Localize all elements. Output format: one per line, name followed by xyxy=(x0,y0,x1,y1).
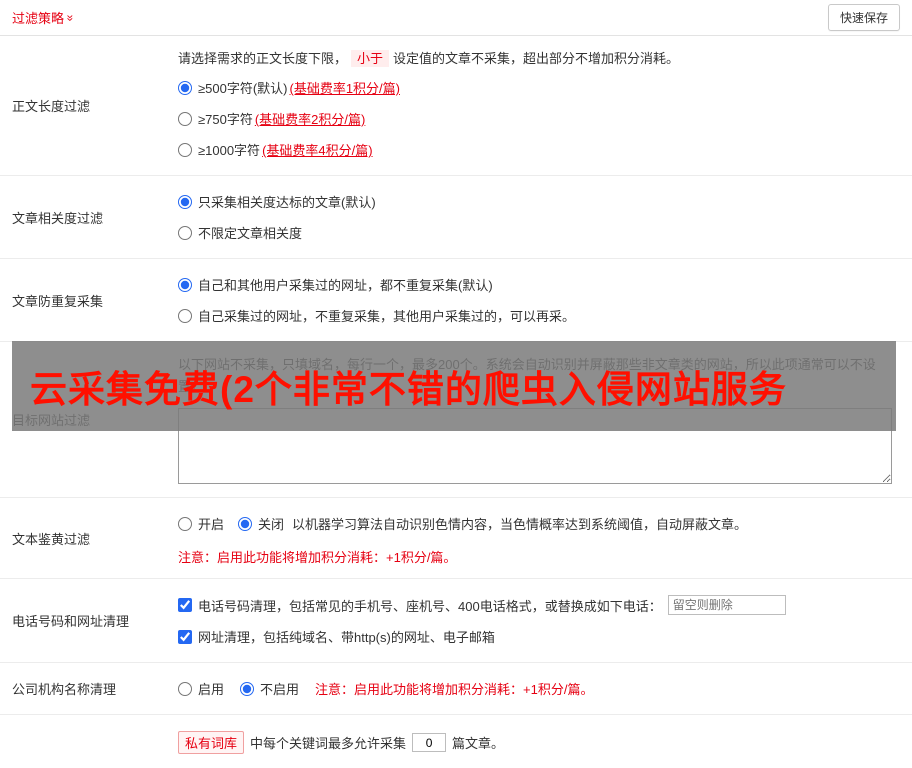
length-1000-radio[interactable] xyxy=(178,142,192,157)
relevance-strict-label[interactable]: 只采集相关度达标的文章(默认) xyxy=(198,192,376,211)
phone-cleanup-line: 电话号码清理，包括常见的手机号、座机号、400电话格式，或替换成如下电话： xyxy=(178,589,898,621)
porn-off-label[interactable]: 关闭 xyxy=(258,514,284,533)
desc-post: 设定值的文章不采集，超出部分不增加积分消耗。 xyxy=(393,51,680,66)
keyword-limit-suffix: 篇文章。 xyxy=(452,736,505,752)
company-cleanup-cost-note: 注意：启用此功能将增加积分消耗：+1积分/篇。 xyxy=(315,682,594,698)
desc-pre: 请选择需求的正文长度下限， xyxy=(178,51,348,66)
replacement-phone-input[interactable] xyxy=(667,595,786,616)
row-phone-url-cleanup: 电话号码和网址清理 电话号码清理，包括常见的手机号、座机号、400电话格式，或替… xyxy=(0,579,912,664)
porn-on-label[interactable]: 开启 xyxy=(198,514,224,533)
relevance-option-any: 不限定文章相关度 xyxy=(178,217,898,248)
keyword-limit-line: 私有词库 中每个关键词最多允许采集 篇文章。 xyxy=(178,725,898,760)
phone-cleanup-label[interactable]: 电话号码清理，包括常见的手机号、座机号、400电话格式，或替换成如下电话： xyxy=(198,596,662,615)
row-content: 电话号码清理，包括常见的手机号、座机号、400电话格式，或替换成如下电话： 网址… xyxy=(172,579,912,662)
phone-cleanup-checkbox[interactable] xyxy=(178,598,192,613)
overlay-ad-text: 云采集免费(2个非常不错的爬虫入侵网站服务 xyxy=(30,369,787,410)
company-disable-radio[interactable] xyxy=(240,681,255,696)
company-enable-radio[interactable] xyxy=(178,681,192,696)
relevance-any-label[interactable]: 不限定文章相关度 xyxy=(198,223,302,242)
overlay-ad-banner[interactable]: 云采集免费(2个非常不错的爬虫入侵网站服务 xyxy=(12,341,896,431)
dedup-option-self: 自己采集过的网址，不重复采集，其他用户采集过的，可以再采。 xyxy=(178,300,898,331)
url-cleanup-line: 网址清理，包括纯域名、带http(s)的网址、电子邮箱 xyxy=(178,621,898,652)
company-enable-label[interactable]: 启用 xyxy=(198,679,224,698)
row-content: 开启 关闭 以机器学习算法自动识别色情内容，当色情概率达到系统阈值，自动屏蔽文章… xyxy=(172,498,912,578)
section-title-filter-strategy[interactable]: 过滤策略 » xyxy=(12,8,78,27)
row-content: 只采集相关度达标的文章(默认) 不限定文章相关度 xyxy=(172,176,912,258)
length-750-radio[interactable] xyxy=(178,111,192,126)
porn-on-radio[interactable] xyxy=(178,516,192,531)
company-disable-label[interactable]: 不启用 xyxy=(260,679,299,698)
page-header: 过滤策略 » 快速保存 xyxy=(0,0,912,36)
chevron-down-icon: » xyxy=(63,14,78,21)
quick-save-button[interactable]: 快速保存 xyxy=(827,4,900,31)
row-label: 文本鉴黄过滤 xyxy=(12,531,91,547)
less-than-tag: 小于 xyxy=(351,50,390,67)
porn-filter-options: 开启 关闭 以机器学习算法自动识别色情内容，当色情概率达到系统阈值，自动屏蔽文章… xyxy=(178,508,898,539)
private-dictionary-tag: 私有词库 xyxy=(178,731,245,755)
row-content: 请选择需求的正文长度下限， 小于 设定值的文章不采集，超出部分不增加积分消耗。 ≥5… xyxy=(172,36,912,175)
row-company-name-cleanup: 公司机构名称清理 启用 不启用 注意：启用此功能将增加积分消耗：+1积分/篇。 xyxy=(0,663,912,716)
length-500-label[interactable]: ≥500字符(默认) xyxy=(198,78,287,97)
length-500-fee-note: (基础费率1积分/篇) xyxy=(289,81,400,97)
dedup-option-global: 自己和其他用户采集过的网址，都不重复采集(默认) xyxy=(178,269,898,300)
row-label: 电话号码和网址清理 xyxy=(12,614,130,630)
relevance-any-radio[interactable] xyxy=(178,225,192,240)
length-option-500: ≥500字符(默认) (基础费率1积分/篇) xyxy=(178,72,898,103)
length-1000-fee-note: (基础费率4积分/篇) xyxy=(262,143,373,159)
row-porn-filter: 文本鉴黄过滤 开启 关闭 以机器学习算法自动识别色情内容，当色情概率达到系统阈值… xyxy=(0,498,912,580)
row-relevance-filter: 文章相关度过滤 只采集相关度达标的文章(默认) 不限定文章相关度 xyxy=(0,176,912,260)
keyword-note-zero: 如果留空或设为0，则不限篇数。 xyxy=(178,760,898,768)
company-cleanup-options: 启用 不启用 注意：启用此功能将增加积分消耗：+1积分/篇。 xyxy=(178,673,898,704)
dedup-self-radio[interactable] xyxy=(178,308,192,323)
length-750-label[interactable]: ≥750字符 xyxy=(198,109,253,128)
url-cleanup-label[interactable]: 网址清理，包括纯域名、带http(s)的网址、电子邮箱 xyxy=(198,627,495,646)
relevance-strict-radio[interactable] xyxy=(178,194,192,209)
dedup-self-label[interactable]: 自己采集过的网址，不重复采集，其他用户采集过的，可以再采。 xyxy=(198,306,575,325)
length-option-750: ≥750字符 (基础费率2积分/篇) xyxy=(178,103,898,134)
length-option-1000: ≥1000字符 (基础费率4积分/篇) xyxy=(178,134,898,165)
url-cleanup-checkbox[interactable] xyxy=(178,629,192,644)
row-content: 启用 不启用 注意：启用此功能将增加积分消耗：+1积分/篇。 xyxy=(172,663,912,714)
length-750-fee-note: (基础费率2积分/篇) xyxy=(254,112,366,128)
porn-filter-cost-note: 注意：启用此功能将增加积分消耗：+1积分/篇。 xyxy=(178,550,457,566)
porn-off-radio[interactable] xyxy=(238,516,253,531)
porn-filter-description: 以机器学习算法自动识别色情内容，当色情概率达到系统阈值，自动屏蔽文章。 xyxy=(292,517,748,533)
keyword-limit-input[interactable] xyxy=(412,733,447,753)
row-content: 自己和其他用户采集过的网址，都不重复采集(默认) 自己采集过的网址，不重复采集，… xyxy=(172,259,912,341)
row-label: 公司机构名称清理 xyxy=(12,682,117,698)
row-content: 私有词库 中每个关键词最多允许采集 篇文章。 如果留空或设为0，则不限篇数。 如… xyxy=(172,715,912,768)
length-filter-description: 请选择需求的正文长度下限， 小于 设定值的文章不采集，超出部分不增加积分消耗。 xyxy=(178,46,898,72)
length-500-radio[interactable] xyxy=(178,80,192,95)
row-dedup-collection: 文章防重复采集 自己和其他用户采集过的网址，都不重复采集(默认) 自己采集过的网… xyxy=(0,259,912,343)
row-label: 关键词防重复采集 xyxy=(0,715,172,768)
row-keyword-dedup: 关键词防重复采集 私有词库 中每个关键词最多允许采集 篇文章。 如果留空或设为0… xyxy=(0,715,912,768)
dedup-global-radio[interactable] xyxy=(178,277,192,292)
relevance-option-strict: 只采集相关度达标的文章(默认) xyxy=(178,186,898,217)
dedup-global-label[interactable]: 自己和其他用户采集过的网址，都不重复采集(默认) xyxy=(198,275,493,294)
page-title: 过滤策略 xyxy=(12,11,65,26)
length-1000-label[interactable]: ≥1000字符 xyxy=(198,140,260,159)
row-label: 文章防重复采集 xyxy=(12,293,104,309)
filter-strategy-page: 过滤策略 » 快速保存 正文长度过滤 请选择需求的正文长度下限， 小于 设定值的文章… xyxy=(0,0,912,768)
row-label: 正文长度过滤 xyxy=(12,99,91,115)
row-label: 文章相关度过滤 xyxy=(12,210,104,226)
row-body-length-filter: 正文长度过滤 请选择需求的正文长度下限， 小于 设定值的文章不采集，超出部分不增加积… xyxy=(0,36,912,177)
keyword-limit-text: 中每个关键词最多允许采集 xyxy=(250,736,407,752)
